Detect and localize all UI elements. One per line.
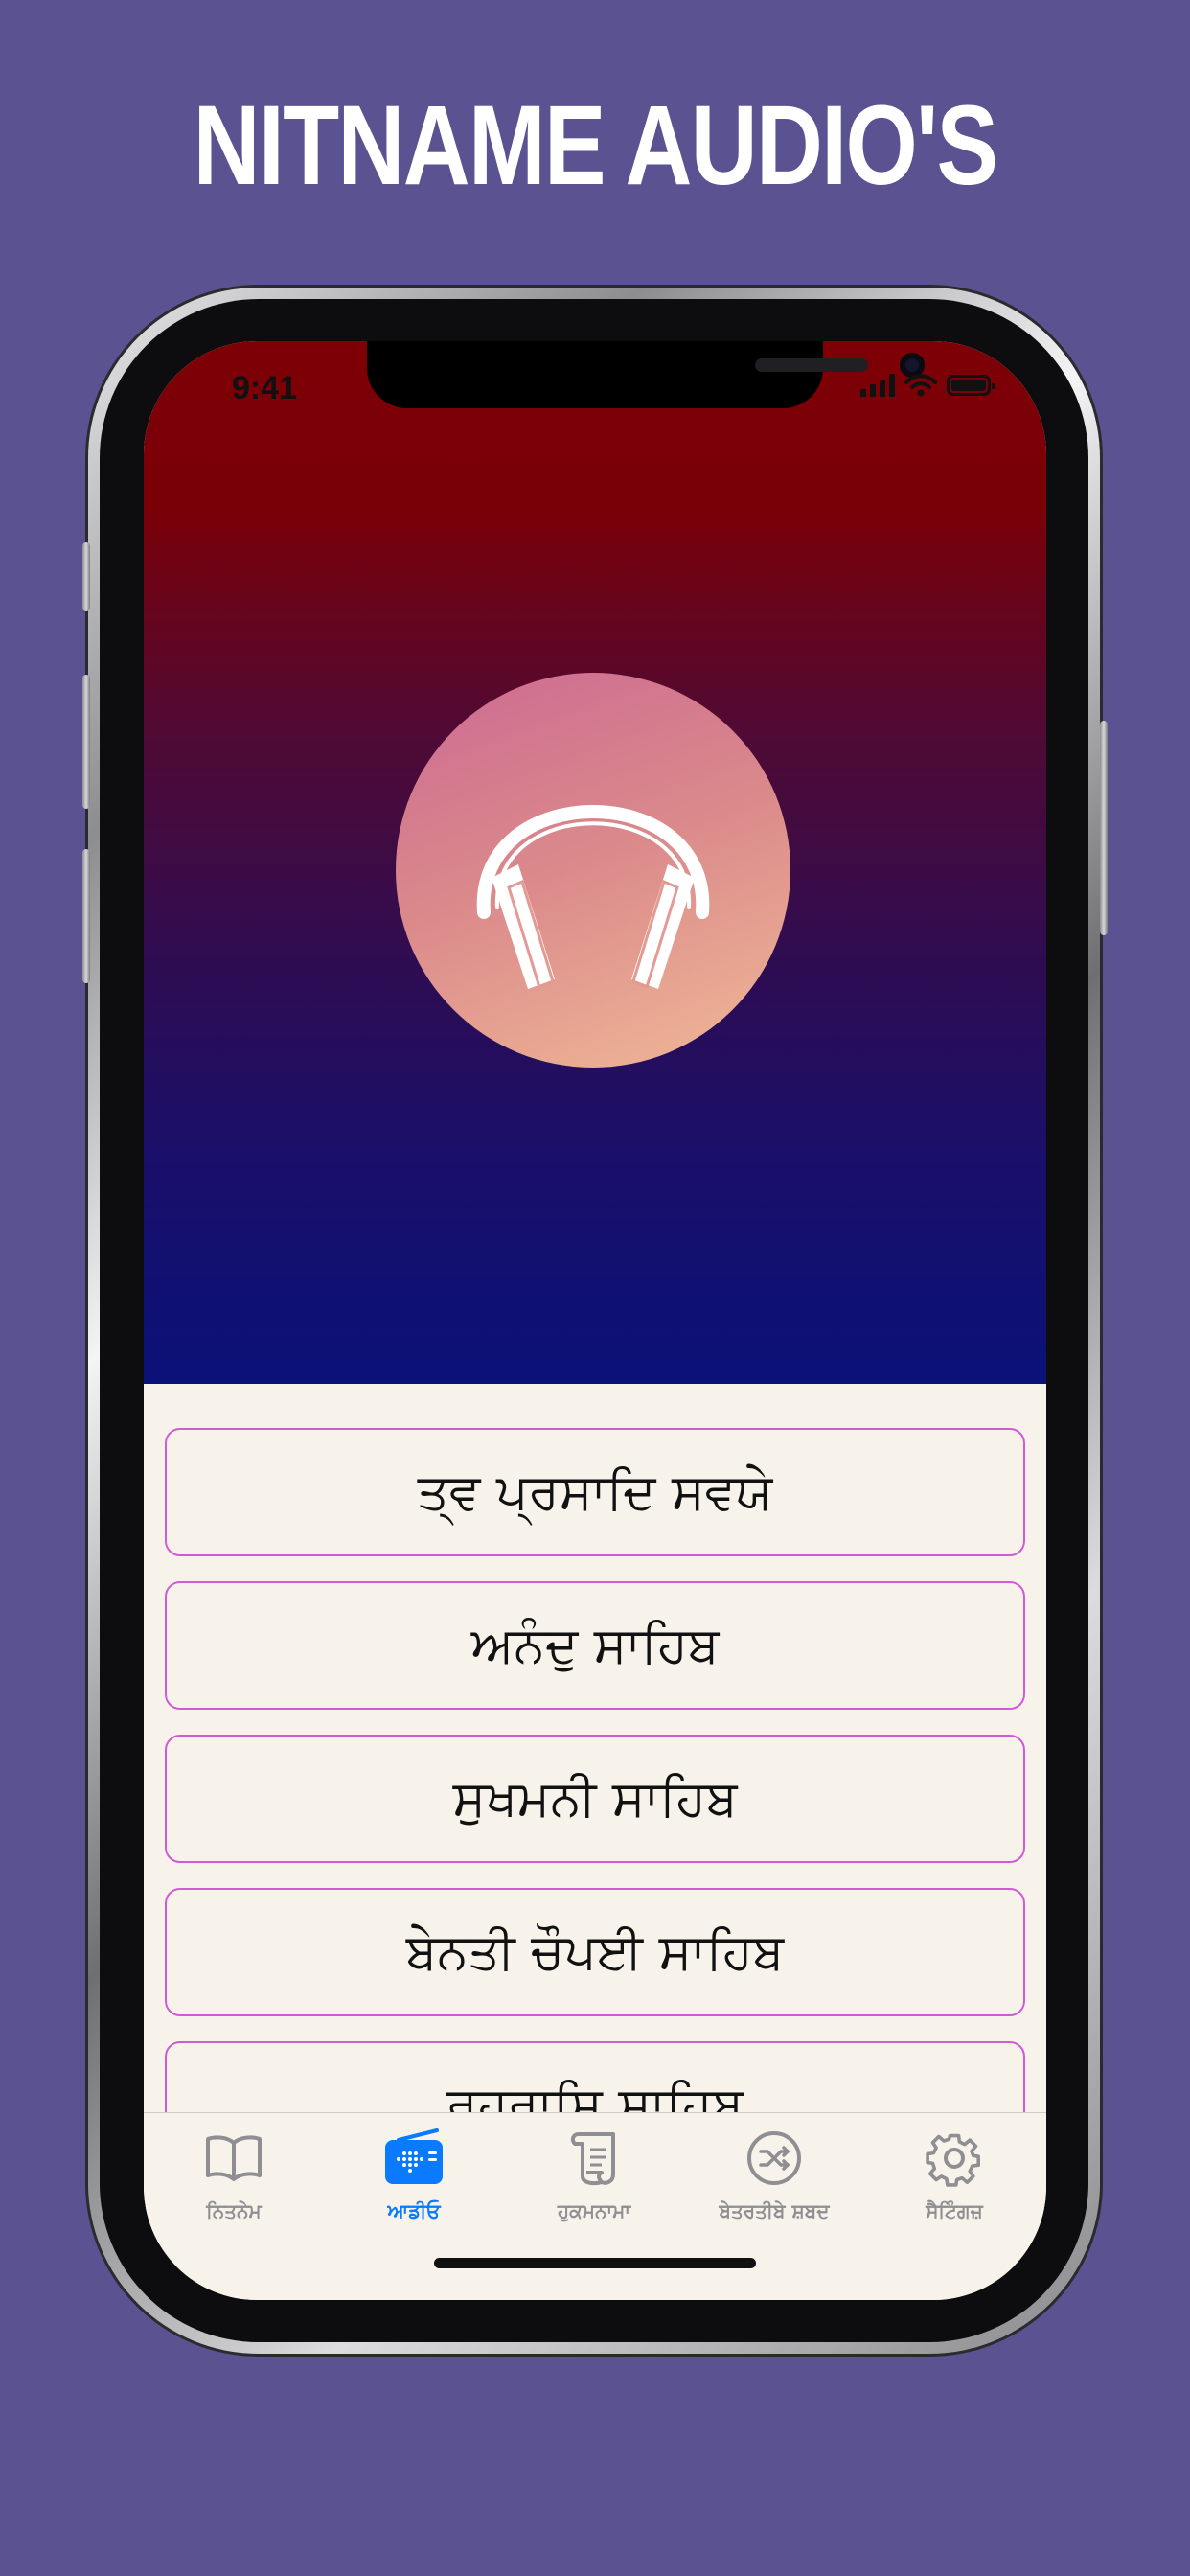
tab-random-shabad[interactable]: ਬੇਤਰਤੀਬੇ ਸ਼ਬਦ [684, 2127, 864, 2222]
audio-list: ਤ੍ਵ ਪ੍ਰਸਾਦਿ ਸਵਯੇ ਅਨੰਦੁ ਸਾਹਿਬ ਸੁਖਮਨੀ ਸਾਹਿ… [165, 1428, 1025, 2195]
audio-item-tav-prasad-savaiye[interactable]: ਤ੍ਵ ਪ੍ਰਸਾਦਿ ਸਵਯੇ [165, 1428, 1025, 1556]
tab-bar: ਨਿਤਨੇਮ ਆਡੀਓ ਹੁਕਮਨਾਮਾ ਬੇਤਰਤੀਬੇ ਸ਼ਬਦ ਸੈਟਿੰ… [144, 2112, 1046, 2300]
tab-label: ਬੇਤਰਤੀਬੇ ਸ਼ਬਦ [719, 2199, 830, 2222]
phone-screen: 9:41 ਤ੍ਵ ਪ੍ਰਸਾਦਿ ਸਵਯੇ ਅਨੰਦੁ ਸਾਹਿਬ ਸੁਖਮਨੀ… [144, 341, 1046, 2300]
audio-item-anand-sahib[interactable]: ਅਨੰਦੁ ਸਾਹਿਬ [165, 1581, 1025, 1710]
audio-item-sukhmani-sahib[interactable]: ਸੁਖਮਨੀ ਸਾਹਿਬ [165, 1735, 1025, 1863]
gear-icon [926, 2133, 981, 2187]
tab-nitnem[interactable]: ਨਿਤਨੇਮ [144, 2127, 324, 2222]
tab-settings[interactable]: ਸੈਟਿੰਗਜ਼ [864, 2127, 1044, 2222]
tab-audio[interactable]: ਆਡੀਓ [324, 2127, 504, 2222]
audio-item-label: ਤ੍ਵ ਪ੍ਰਸਾਦਿ ਸਵਯੇ [417, 1462, 773, 1521]
audio-item-label: ਸੁਖਮਨੀ ਸਾਹਿਬ [452, 1769, 738, 1828]
battery-icon [947, 375, 995, 396]
signal-icon [860, 374, 895, 397]
shuffle-icon [747, 2131, 801, 2185]
tab-hukamnama[interactable]: ਹੁਕਮਨਾਮਾ [504, 2127, 684, 2222]
tab-label: ਨਿਤਨੇਮ [206, 2199, 262, 2222]
home-indicator[interactable] [434, 2258, 756, 2268]
book-icon [206, 2135, 262, 2181]
audio-item-label: ਅਨੰਦੁ ਸਾਹਿਬ [470, 1616, 720, 1674]
headphones-disc [396, 673, 790, 1068]
tab-label: ਆਡੀਓ [387, 2199, 441, 2222]
wifi-icon [904, 374, 937, 397]
audio-item-label: ਬੇਨਤੀ ਚੌਪਈ ਸਾਹਿਬ [405, 1922, 785, 1981]
scroll-icon [570, 2132, 615, 2186]
status-icons [860, 374, 995, 397]
notch [367, 341, 925, 408]
earpiece-speaker [755, 358, 868, 372]
audio-item-benti-chaupai-sahib[interactable]: ਬੇਨਤੀ ਚੌਪਈ ਸਾਹਿਬ [165, 1888, 1025, 2016]
hero-banner [144, 341, 1046, 1384]
page-headline: NITNAME AUDIO'S [193, 82, 998, 209]
tab-label: ਹੁਕਮਨਾਮਾ [557, 2199, 631, 2222]
status-time: 9:41 [232, 370, 298, 406]
phone-volume-down [82, 849, 90, 983]
phone-power-button [1100, 721, 1108, 935]
phone-volume-up [82, 675, 90, 809]
headphones-icon [476, 805, 710, 990]
radio-icon [385, 2128, 443, 2184]
tab-label: ਸੈਟਿੰਗਜ਼ [926, 2199, 983, 2222]
phone-mute-switch [82, 542, 90, 611]
